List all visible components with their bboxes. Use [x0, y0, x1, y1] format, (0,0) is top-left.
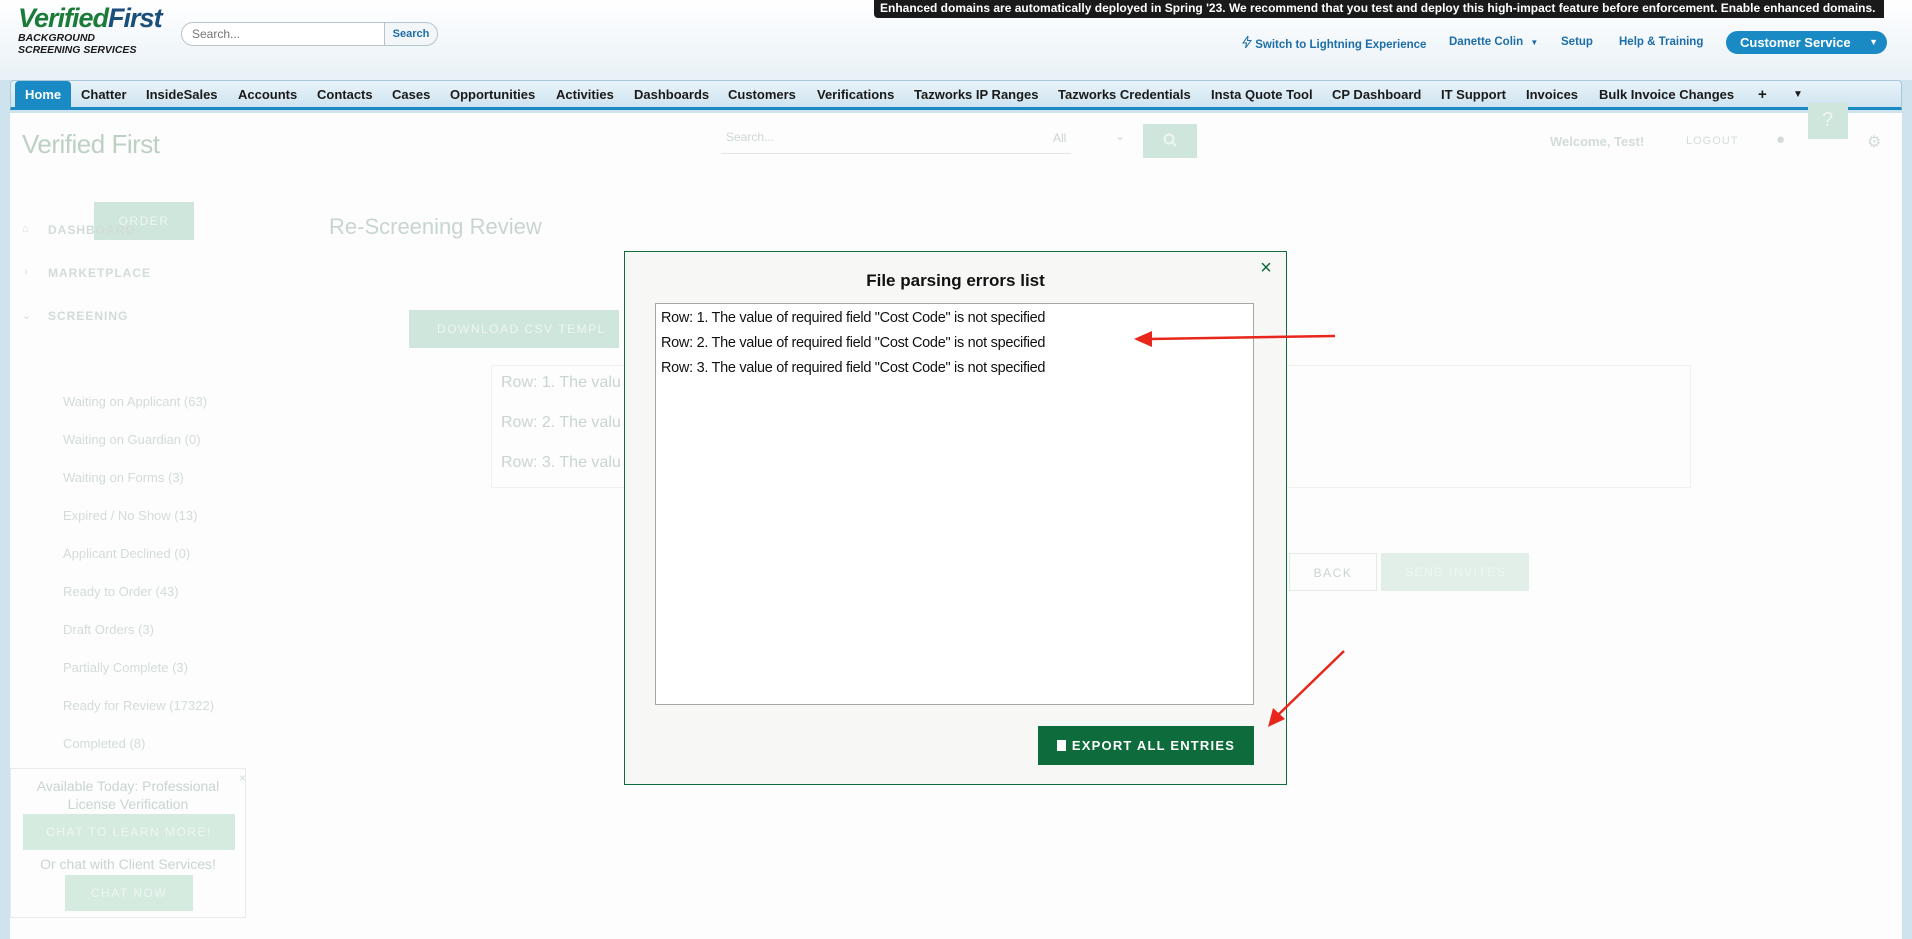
bg-chat-widget: × Available Today: Professional License …: [10, 768, 246, 918]
chevron-down-icon: ⌄: [1115, 129, 1126, 143]
tab-cp-dashboard[interactable]: CP Dashboard: [1332, 81, 1421, 108]
gear-icon: ⚙: [1867, 134, 1882, 151]
tab-opportunities[interactable]: Opportunities: [450, 81, 535, 108]
bg-chat-learn-button: CHAT TO LEARN MORE!: [23, 814, 235, 850]
chevron-down-icon: ▼: [1869, 37, 1878, 47]
tab-bulk-invoice-changes[interactable]: Bulk Invoice Changes: [1599, 81, 1734, 108]
bg-nav-item: Ready for Review (17322): [63, 698, 215, 713]
error-list-textarea[interactable]: Row: 1. The value of required field "Cos…: [655, 303, 1254, 705]
tab-activities[interactable]: Activities: [556, 81, 614, 108]
global-search-button[interactable]: Search: [384, 22, 438, 46]
tab-dashboards[interactable]: Dashboards: [634, 81, 709, 108]
switch-to-lightning-label: Switch to Lightning Experience: [1255, 39, 1427, 51]
bg-nav-marketplace: MARKETPLACE: [48, 266, 151, 280]
bg-welcome-text: Welcome, Test!: [1550, 134, 1645, 149]
help-training-link[interactable]: Help & Training: [1619, 36, 1703, 48]
bg-search-scope: All: [1053, 131, 1067, 145]
logo-tagline-1: BACKGROUND: [18, 32, 95, 44]
chevron-down-icon[interactable]: ▼: [1793, 81, 1803, 108]
bg-chat-or-text: Or chat with Client Services!: [40, 856, 216, 872]
bg-verifiedfirst-logo: Verified First: [22, 129, 160, 159]
logo-tagline-2: SCREENING SERVICES: [18, 44, 137, 56]
bg-nav-item: Partially Complete (3): [63, 660, 188, 675]
clock-icon: ●: [1776, 131, 1786, 148]
error-entry: Row: 3. The value of required field "Cos…: [661, 360, 1046, 376]
chevron-down-icon: ⌄: [22, 310, 32, 322]
tab-accounts[interactable]: Accounts: [238, 81, 297, 108]
setup-link[interactable]: Setup: [1561, 36, 1593, 48]
bg-nav-dashboard: DASHBOARD: [48, 223, 135, 237]
bg-nav-item: Completed (8): [63, 736, 146, 751]
help-icon: ?: [1808, 103, 1848, 139]
global-search-input[interactable]: [181, 22, 385, 46]
document-icon: [1056, 740, 1066, 751]
file-parsing-errors-modal: File parsing errors list × Row: 1. The v…: [624, 251, 1287, 785]
switch-to-lightning-link[interactable]: Switch to Lightning Experience: [1242, 36, 1426, 51]
tab-chatter[interactable]: Chatter: [81, 81, 127, 108]
bg-chat-promo: Available Today: Professional License Ve…: [36, 778, 220, 812]
tab-tazworks-credentials[interactable]: Tazworks Credentials: [1058, 81, 1191, 108]
tab-insidesales[interactable]: InsideSales: [146, 81, 218, 108]
bg-page-title: Re-Screening Review: [329, 214, 542, 239]
tab-customers[interactable]: Customers: [728, 81, 796, 108]
search-icon: [1163, 133, 1177, 147]
bg-nav-item: Applicant Declined (0): [63, 546, 191, 561]
bg-nav-item: Waiting on Forms (3): [63, 470, 184, 485]
tab-it-support[interactable]: IT Support: [1441, 81, 1506, 108]
home-icon: ⌂: [22, 223, 29, 235]
bg-error-line: Row: 1. The valu: [501, 374, 621, 391]
error-entry: Row: 1. The value of required field "Cos…: [661, 310, 1046, 326]
bg-search-input: Search...: [721, 124, 1071, 154]
bg-error-line: Row: 3. The valu: [501, 454, 621, 471]
bg-send-invites-button: SEND INVITES: [1381, 553, 1529, 591]
user-name: Danette Colin: [1449, 36, 1524, 48]
app-switcher[interactable]: Customer Service ▼: [1726, 31, 1887, 54]
error-entry: Row: 2. The value of required field "Cos…: [661, 335, 1046, 351]
bg-search-button: [1143, 124, 1197, 158]
chevron-right-icon: ›: [24, 266, 28, 278]
close-icon: ×: [239, 771, 247, 785]
chevron-down-icon: ▼: [1530, 38, 1539, 47]
logo-brand: VerifiedFirst: [18, 4, 178, 32]
help-glyph: ?: [1822, 109, 1834, 131]
bg-nav-screening: SCREENING: [48, 309, 129, 323]
tab-home[interactable]: Home: [15, 81, 72, 108]
tab-cases[interactable]: Cases: [392, 81, 430, 108]
bg-chat-now-button: CHAT NOW: [65, 875, 193, 911]
bg-search-placeholder: Search...: [726, 130, 775, 144]
user-menu[interactable]: Danette Colin ▼: [1449, 36, 1538, 48]
bg-nav-item: Ready to Order (43): [63, 584, 179, 599]
export-all-entries-button[interactable]: EXPORT ALL ENTRIES: [1038, 726, 1254, 765]
tab-bar: Home Chatter InsideSales Accounts Contac…: [10, 80, 1902, 110]
tab-insta-quote-tool[interactable]: Insta Quote Tool: [1211, 81, 1313, 108]
bg-back-button: BACK: [1289, 553, 1377, 591]
close-icon[interactable]: ×: [1256, 258, 1276, 278]
bg-nav-item: Waiting on Applicant (63): [63, 394, 208, 409]
bg-nav-item: Draft Orders (3): [63, 622, 155, 637]
bg-send-invites-label: SEND INVITES: [1405, 565, 1507, 579]
tab-add[interactable]: +: [1758, 81, 1767, 108]
verifiedfirst-logo[interactable]: VerifiedFirst BACKGROUND SCREENING SERVI…: [18, 4, 178, 56]
enhanced-domains-banner[interactable]: Enhanced domains are automatically deplo…: [874, 0, 1884, 18]
logo-brand-verified: Verified: [18, 3, 109, 33]
tab-tazworks-ip-ranges[interactable]: Tazworks IP Ranges: [914, 81, 1039, 108]
lightning-bolt-icon: [1242, 36, 1252, 48]
bg-download-csv-button: DOWNLOAD CSV TEMPL: [409, 310, 619, 348]
tab-contacts[interactable]: Contacts: [317, 81, 373, 108]
tab-verifications[interactable]: Verifications: [817, 81, 894, 108]
export-all-entries-label: EXPORT ALL ENTRIES: [1071, 738, 1236, 753]
modal-title: File parsing errors list: [866, 271, 1045, 290]
bg-logout-link: LOGOUT: [1686, 135, 1739, 147]
salesforce-header: VerifiedFirst BACKGROUND SCREENING SERVI…: [0, 0, 1912, 80]
logo-brand-first: First: [108, 3, 163, 33]
tab-invoices[interactable]: Invoices: [1526, 81, 1578, 108]
bg-error-line: Row: 2. The valu: [501, 414, 621, 431]
bg-nav-item: Waiting on Guardian (0): [63, 432, 201, 447]
bg-nav-item: Expired / No Show (13): [63, 508, 198, 523]
app-switcher-label: Customer Service: [1740, 35, 1851, 50]
